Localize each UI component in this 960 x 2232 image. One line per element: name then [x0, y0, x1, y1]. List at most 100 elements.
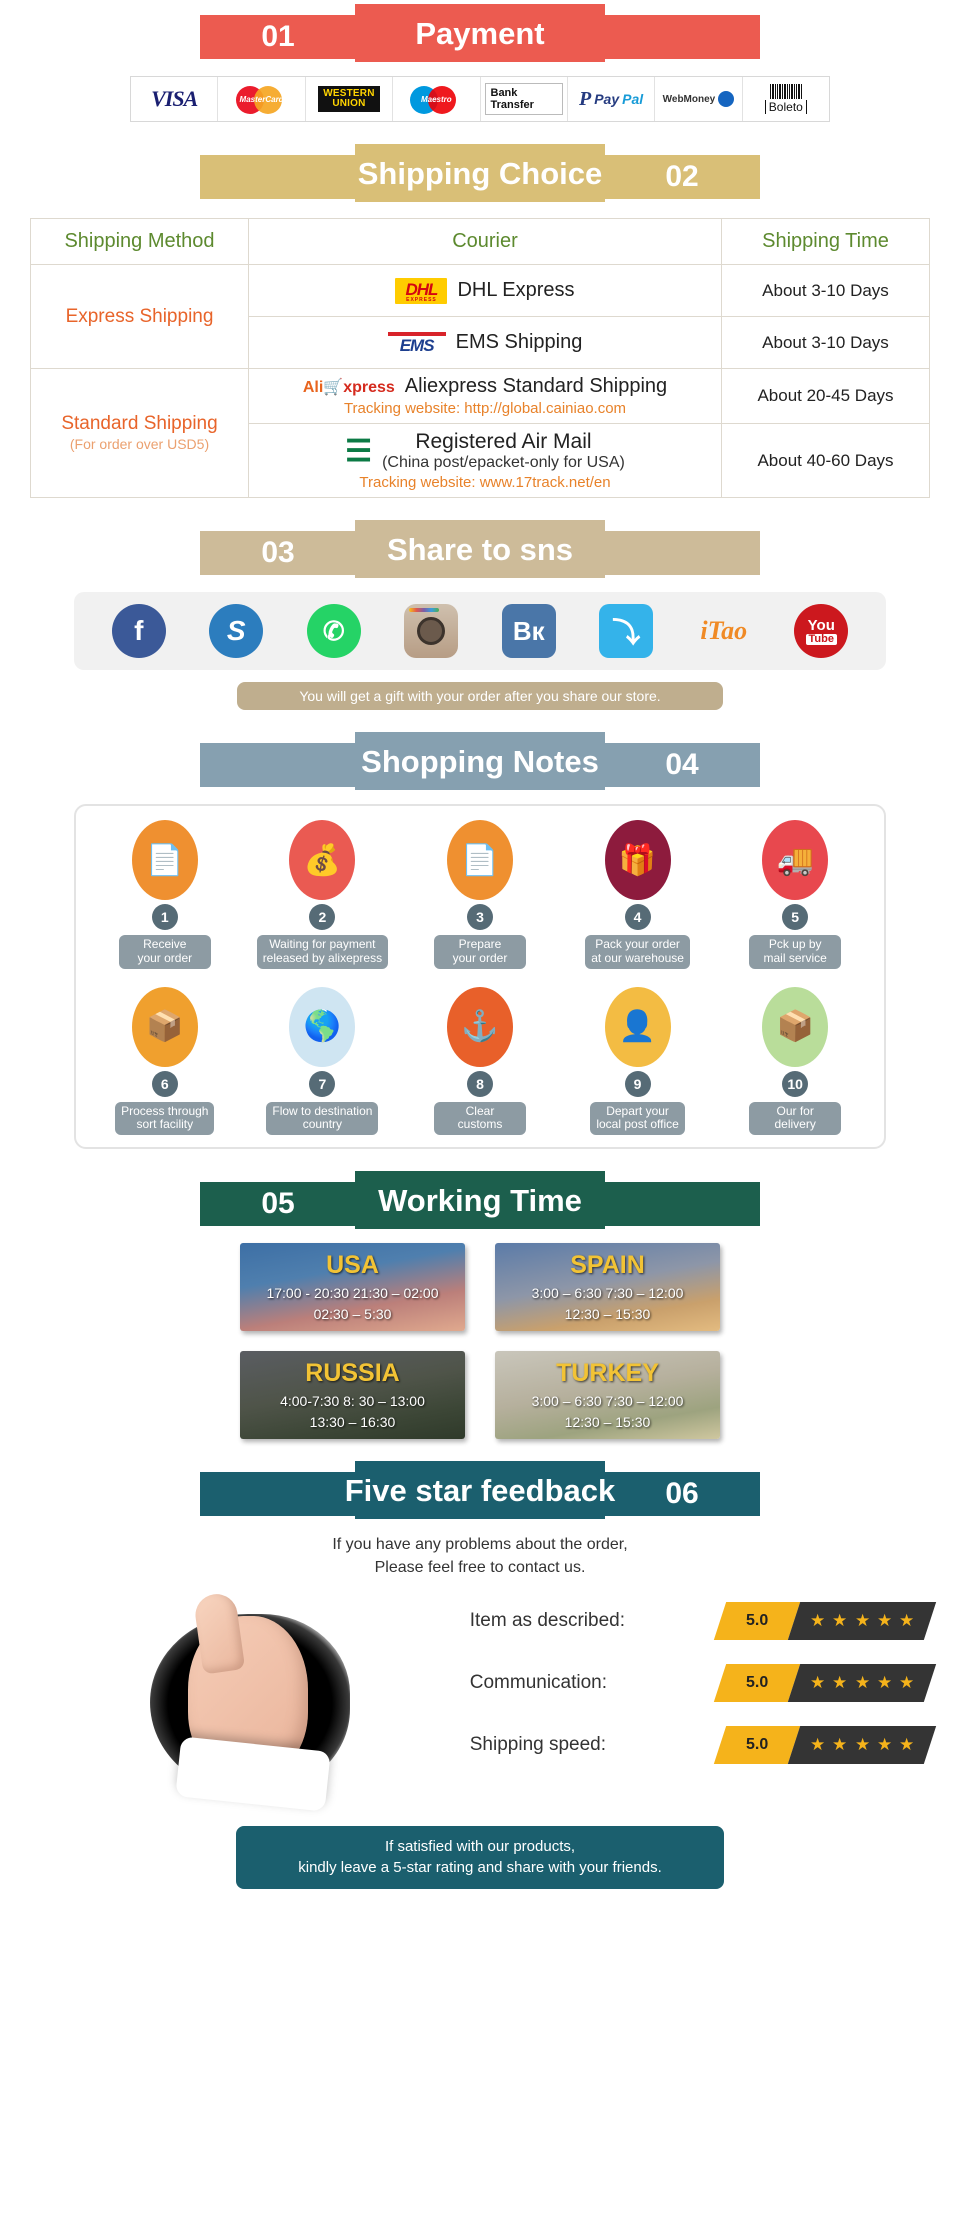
boleto-logo: Boleto: [764, 84, 807, 114]
feedback-intro-line2: Please feel free to contact us.: [374, 1559, 586, 1577]
western-union-logo: WESTERN UNION: [318, 85, 380, 113]
rating-label: Communication:: [469, 1671, 608, 1693]
section-title-wrap: Shopping Notes: [355, 732, 605, 790]
step-number: 3: [466, 904, 493, 930]
whatsapp-icon[interactable]: ✆: [306, 604, 361, 658]
header-courier: Courier: [248, 218, 722, 265]
step-label: Pack your order at our warehouse: [585, 935, 690, 969]
section-number: 04: [665, 748, 699, 781]
star-icon: ★: [854, 1734, 870, 1754]
section-title-wrap: Share to sns: [355, 520, 605, 578]
youtube-glyph-tube: Tube: [805, 633, 837, 645]
page-title: Working Time: [378, 1182, 582, 1218]
working-time-banner: 05 Working Time: [200, 1171, 760, 1230]
ali-part-a: Ali: [302, 378, 324, 396]
instagram-rainbow-strip: [409, 608, 440, 612]
step-number: 5: [782, 904, 809, 930]
cell-express-shipping: Express Shipping: [30, 264, 249, 369]
time-lines: 3:00 – 6:30 7:30 – 12:00 12:30 – 15:30: [495, 1391, 720, 1433]
star-icon: ★: [832, 1734, 848, 1754]
tracking-website-link[interactable]: Tracking website: www.17track.net/en: [257, 474, 713, 491]
note-step: 💰 2 Waiting for payment released by alixe…: [249, 820, 395, 969]
working-time-card-turkey: TURKEY 3:00 – 6:30 7:30 – 12:00 12:30 – …: [495, 1351, 720, 1440]
instagram-icon[interactable]: [404, 604, 459, 658]
skype-icon[interactable]: S: [209, 604, 264, 658]
time-line-1: 3:00 – 6:30 7:30 – 12:00: [531, 1285, 684, 1302]
boleto-label: Boleto: [764, 100, 807, 114]
dhl-logo-text: DHL: [405, 279, 438, 299]
method-label: Standard Shipping: [61, 413, 218, 435]
step-label: Pck up by mail service: [749, 935, 842, 969]
facebook-icon[interactable]: f: [111, 604, 166, 658]
country-label: RUSSIA: [305, 1359, 400, 1388]
step-number: 9: [624, 1070, 651, 1097]
gift-note: You will get a gift with your order afte…: [237, 682, 723, 710]
note-step: 📦 6 Process through sort facility: [92, 986, 238, 1136]
mail-truck-icon: 🚚: [762, 820, 829, 900]
table-header-row: Shipping Method Courier Shipping Time: [30, 218, 930, 265]
paypal-mark-icon: P: [578, 87, 592, 110]
section-number: 01: [261, 20, 295, 53]
courier-name: Aliexpress Standard Shipping: [404, 375, 668, 397]
feedback-intro-line1: If you have any problems about the order…: [332, 1536, 628, 1554]
star-icon: ★: [854, 1610, 870, 1630]
table-row: Express Shipping DHL EXPRESS DHL Express…: [30, 264, 930, 369]
time-line-2: 12:30 – 15:30: [564, 1306, 651, 1323]
tracking-website-link[interactable]: Tracking website: http://global.cainiao.…: [257, 400, 713, 417]
rating-score-value: 5.0: [745, 1673, 768, 1691]
step-number: 2: [309, 904, 336, 930]
note-step: 🎁 4 Pack your order at our warehouse: [565, 820, 711, 969]
gift-box-icon: 🎁: [604, 820, 671, 900]
section-number: 03: [261, 536, 295, 569]
section-number: 05: [261, 1187, 295, 1221]
payment-method-visa: VISA: [131, 77, 219, 121]
ali-cart-icon: 🛒: [323, 378, 344, 396]
rating-stars: ★ ★ ★ ★ ★: [787, 1725, 937, 1764]
courier-name: Registered Air Mail: [415, 430, 592, 453]
time-line-1: 4:00-7:30 8: 30 – 13:00: [280, 1393, 425, 1410]
ems-logo-bar: [387, 331, 446, 336]
final-note-line1: If satisfied with our products,: [384, 1837, 576, 1855]
note-step: 🌎 7 Flow to destination country: [249, 986, 395, 1136]
visa-logo: VISA: [151, 86, 198, 111]
time-line-2: 12:30 – 15:30: [564, 1414, 651, 1431]
itao-icon[interactable]: iTao: [697, 604, 751, 658]
header-shipping-method: Shipping Method: [30, 218, 249, 265]
time-line-1: 3:00 – 6:30 7:30 – 12:00: [531, 1393, 684, 1410]
star-icon: ★: [809, 1734, 825, 1754]
notes-row-first: 📄 1 Receive your order 💰 2 Waiting for pa…: [86, 820, 874, 969]
airmail-text-block: Registered Air Mail (China post/epacket-…: [382, 430, 625, 472]
shopping-notes-banner: 04 Shopping Notes: [200, 732, 760, 790]
rating-score: 5.0: [713, 1725, 800, 1764]
cell-time-ems: About 3-10 Days: [721, 316, 930, 369]
cell-standard-shipping: Standard Shipping (For order over USD5): [30, 368, 249, 498]
note-step: ⚓ 8 Clear customs: [407, 986, 553, 1136]
section-number: 02: [665, 160, 699, 193]
courier-line: Ali🛒xpress Aliexpress Standard Shipping: [257, 375, 713, 398]
webmoney-ball-icon: [718, 91, 735, 107]
vk-glyph: Вк: [512, 615, 545, 646]
cell-courier-dhl: DHL EXPRESS DHL Express: [248, 264, 722, 317]
maestro-logo: Maestro: [410, 84, 462, 114]
time-lines: 17:00 - 20:30 21:30 – 02:00 02:30 – 5:30: [240, 1283, 465, 1325]
step-label: Depart your local post office: [590, 1101, 685, 1136]
working-time-grid: USA 17:00 - 20:30 21:30 – 02:00 02:30 – …: [130, 1243, 830, 1440]
youtube-icon[interactable]: You Tube: [794, 604, 849, 658]
cell-courier-ems: EMS EMS Shipping: [248, 316, 722, 369]
thumbs-up-image: [140, 1591, 370, 1812]
rating-row: Shipping speed: 5.0 ★ ★ ★ ★ ★: [390, 1714, 937, 1776]
time-line-2: 13:30 – 16:30: [309, 1414, 396, 1431]
twitter-icon[interactable]: ⤵: [599, 604, 654, 658]
rating-score-value: 5.0: [745, 1735, 768, 1753]
time-line-1: 17:00 - 20:30 21:30 – 02:00: [266, 1285, 439, 1302]
rating-label: Shipping speed:: [469, 1733, 607, 1755]
ribbon-tail-right: [580, 15, 760, 59]
star-icon: ★: [876, 1610, 892, 1630]
note-step: 📦 10 Our for delivery: [722, 986, 868, 1136]
shopping-notes-box: 📄 1 Receive your order 💰 2 Waiting for pa…: [74, 804, 886, 1150]
vk-icon[interactable]: Вк: [501, 604, 556, 658]
working-time-card-spain: SPAIN 3:00 – 6:30 7:30 – 12:00 12:30 – 1…: [495, 1243, 720, 1332]
method-sublabel: (For order over USD5): [69, 436, 210, 453]
webmoney-logo: WebMoney: [663, 91, 735, 107]
courier-name: DHL Express: [457, 279, 575, 301]
